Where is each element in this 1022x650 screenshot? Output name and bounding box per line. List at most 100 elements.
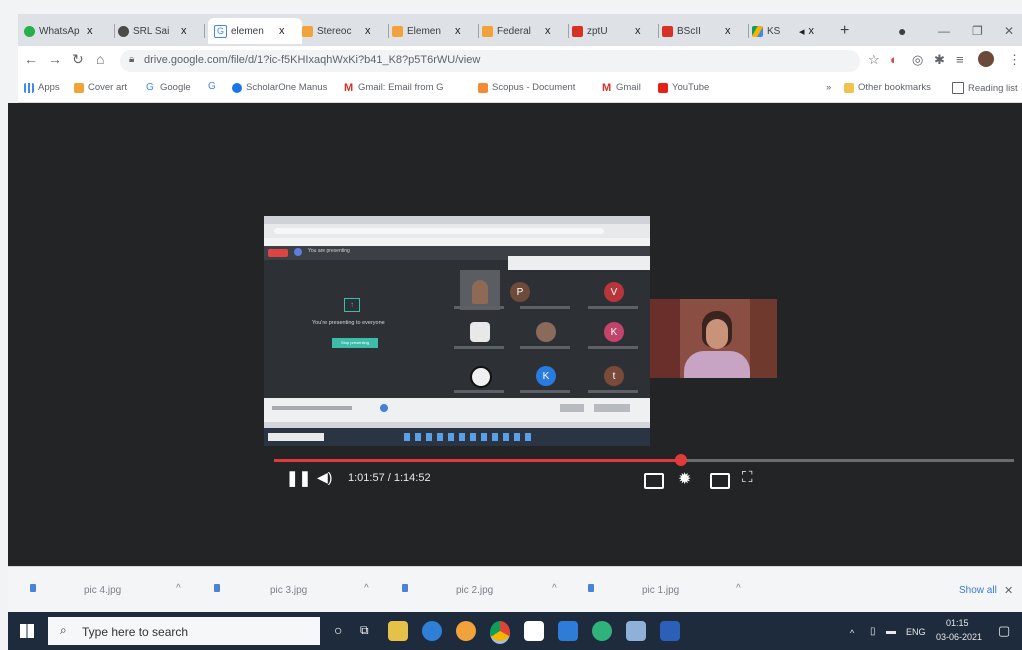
reading-list-icon xyxy=(952,82,964,94)
lock-icon: 🔒︎ xyxy=(129,54,135,65)
firefox-icon[interactable] xyxy=(456,621,476,641)
windows-start-icon[interactable] xyxy=(20,624,34,638)
close-icon[interactable]: x xyxy=(545,25,551,37)
windows-taskbar: ⌕ Type here to search ○ ⧉ ^ ▯ ▬ ENG 01:1… xyxy=(8,612,1022,650)
reading-list-icon[interactable]: ≡ xyxy=(956,52,964,67)
word-icon[interactable] xyxy=(660,621,680,641)
gmail-icon: M xyxy=(602,81,612,94)
gear-icon[interactable]: ✹ xyxy=(678,469,691,489)
taskbar-search[interactable]: ⌕ Type here to search xyxy=(48,617,320,645)
show-all-link[interactable]: Show all xyxy=(959,585,997,596)
bookmark-google-2[interactable]: G xyxy=(208,82,222,92)
bookmark-youtube[interactable]: YouTube xyxy=(658,82,709,93)
bookmark-scholarone[interactable]: ScholarOne Manus xyxy=(232,82,327,93)
store-icon[interactable] xyxy=(524,621,544,641)
image-file-icon xyxy=(214,584,220,592)
tab-label: Stereoc xyxy=(317,25,352,37)
scrubber-handle[interactable] xyxy=(675,454,687,466)
tab-label: Elemen xyxy=(407,25,441,37)
scholar-icon xyxy=(392,25,403,37)
window-close-icon[interactable]: ✕ xyxy=(1004,18,1018,44)
bookmark-google[interactable]: G Google xyxy=(146,82,191,93)
chevron-right-icon[interactable]: » xyxy=(826,82,831,93)
chevron-up-icon[interactable]: ^ xyxy=(552,583,557,594)
minimize-icon[interactable]: — xyxy=(938,18,952,44)
tab-gmail-bscii[interactable]: BScII x xyxy=(662,18,746,44)
download-item[interactable]: pic 3.jpg xyxy=(270,585,307,596)
bookmark-gmail-email[interactable]: M Gmail: Email from G xyxy=(344,82,444,93)
address-bar[interactable]: 🔒︎ drive.google.com/file/d/1?ic-f5KHIxaq… xyxy=(120,50,860,72)
google-icon: G xyxy=(214,24,227,38)
download-item[interactable]: pic 2.jpg xyxy=(456,585,493,596)
volume-icon[interactable]: ◀) xyxy=(317,469,332,486)
app-icon[interactable] xyxy=(592,621,612,641)
clock-date[interactable]: 03-06-2021 xyxy=(936,632,982,642)
tab-elemen-scholar[interactable]: Elemen x xyxy=(392,18,476,44)
tab-drive[interactable]: KS ◂ x xyxy=(752,18,836,44)
extension-icon[interactable]: ◎ xyxy=(912,52,923,68)
participant-avatar xyxy=(536,322,556,342)
miniplayer-icon[interactable] xyxy=(710,473,730,489)
reading-list[interactable]: Reading list xyxy=(952,82,1018,94)
language-indicator[interactable]: ENG xyxy=(906,627,926,637)
cortana-icon[interactable]: ○ xyxy=(334,622,342,638)
avatar[interactable] xyxy=(978,51,994,67)
tab-label: SRL Sai xyxy=(133,25,170,37)
bookmark-apps[interactable]: Apps xyxy=(24,82,60,93)
tab-srl[interactable]: SRL Sai x xyxy=(118,18,202,44)
forward-icon[interactable]: → xyxy=(48,51,62,67)
close-icon[interactable]: x xyxy=(279,25,285,37)
record-icon xyxy=(268,249,288,257)
tab-federal[interactable]: Federal x xyxy=(482,18,566,44)
bookmark-cover-art[interactable]: Cover art xyxy=(74,82,127,93)
edge-icon[interactable] xyxy=(422,621,442,641)
mail-icon[interactable] xyxy=(558,621,578,641)
tab-whatsapp[interactable]: WhatsAp x xyxy=(24,18,112,44)
back-icon[interactable]: ← xyxy=(24,51,38,67)
close-icon[interactable]: x xyxy=(365,25,371,37)
download-item[interactable]: pic 1.jpg xyxy=(642,585,679,596)
chevron-up-icon[interactable]: ^ xyxy=(736,583,741,594)
file-explorer-icon[interactable] xyxy=(388,621,408,641)
image-file-icon xyxy=(588,584,594,592)
task-view-icon[interactable]: ⧉ xyxy=(360,623,369,638)
other-bookmarks[interactable]: Other bookmarks xyxy=(844,82,931,93)
chevron-up-icon[interactable]: ^ xyxy=(850,628,854,638)
scopus-icon xyxy=(478,82,488,93)
close-icon[interactable]: x xyxy=(455,25,461,37)
close-icon[interactable]: x xyxy=(809,25,815,37)
puzzle-icon[interactable]: ✱ xyxy=(934,52,945,68)
chevron-up-icon[interactable]: ^ xyxy=(364,583,369,594)
home-icon[interactable]: ⌂ xyxy=(96,51,104,67)
tab-gmail-zptu[interactable]: zptU x xyxy=(572,18,656,44)
participant-avatar: t xyxy=(604,366,624,386)
fullscreen-icon[interactable]: ⛶ xyxy=(742,469,753,486)
clock-time[interactable]: 01:15 xyxy=(946,618,969,628)
close-icon[interactable]: x xyxy=(725,25,731,37)
bookmark-scopus[interactable]: Scopus - Document xyxy=(478,82,575,93)
profile-circle-icon[interactable]: ● xyxy=(898,18,914,44)
pause-icon[interactable]: ❚❚ xyxy=(286,469,311,487)
extension-icon[interactable]: ◐ xyxy=(890,52,898,67)
gmail-icon: M xyxy=(344,81,354,94)
star-icon[interactable]: ☆ xyxy=(868,52,880,68)
close-icon[interactable]: ✕ xyxy=(1004,584,1013,597)
app-icon[interactable] xyxy=(626,621,646,641)
restore-icon[interactable]: ❐ xyxy=(972,18,986,44)
close-icon[interactable]: x xyxy=(181,25,187,37)
new-tab-button[interactable]: + xyxy=(840,18,858,44)
close-icon[interactable]: x xyxy=(635,25,641,37)
captions-icon[interactable] xyxy=(644,473,664,489)
menu-icon[interactable]: ⋮ xyxy=(1008,52,1021,68)
download-item[interactable]: pic 4.jpg xyxy=(84,585,121,596)
network-icon[interactable]: ▬ xyxy=(886,626,896,637)
chrome-icon[interactable] xyxy=(490,621,510,644)
close-icon[interactable]: x xyxy=(87,25,93,37)
battery-icon[interactable]: ▯ xyxy=(870,626,876,637)
tab-stereoc[interactable]: Stereoc x xyxy=(302,18,386,44)
notification-icon[interactable]: ▢ xyxy=(998,623,1010,639)
reload-icon[interactable]: ↻ xyxy=(72,51,84,68)
chevron-up-icon[interactable]: ^ xyxy=(176,583,181,594)
tab-elemen-google[interactable]: G elemen x xyxy=(208,18,302,44)
bookmark-gmail[interactable]: M Gmail xyxy=(602,82,641,93)
